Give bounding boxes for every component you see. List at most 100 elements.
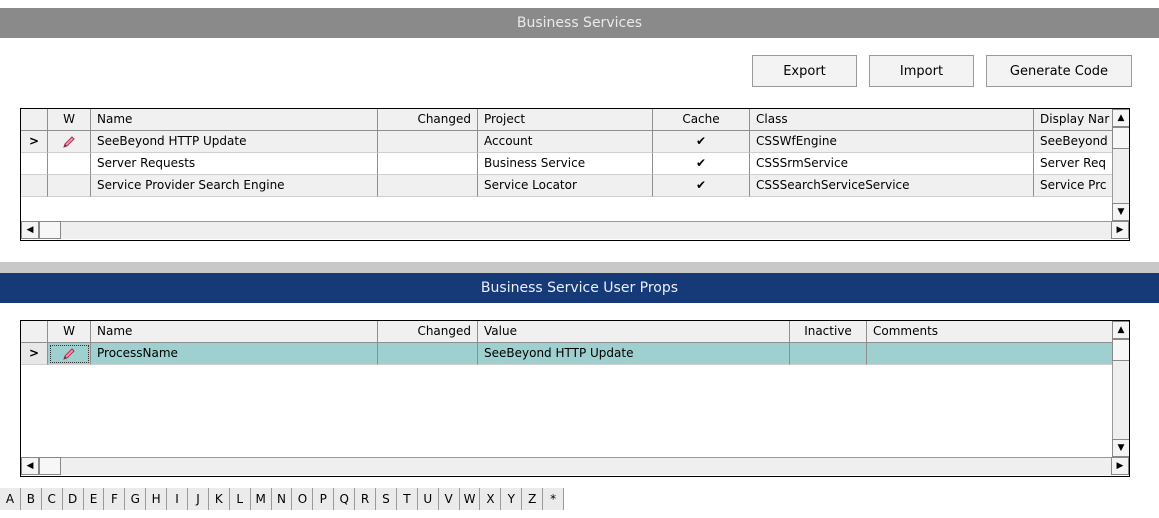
alpha-key[interactable]: I bbox=[167, 488, 189, 510]
col-value[interactable]: Value bbox=[478, 321, 790, 343]
alpha-key[interactable]: X bbox=[480, 488, 502, 510]
user-props-title: Business Service User Props bbox=[0, 273, 1159, 303]
alpha-key[interactable]: C bbox=[41, 488, 63, 510]
table-row[interactable]: Service Provider Search Engine Service L… bbox=[21, 175, 1129, 197]
col-inactive[interactable]: Inactive bbox=[790, 321, 867, 343]
alpha-key[interactable]: M bbox=[250, 488, 272, 510]
alpha-key[interactable]: B bbox=[20, 488, 42, 510]
scroll-left-icon[interactable]: ◀ bbox=[21, 221, 39, 239]
row-selector[interactable] bbox=[21, 153, 48, 175]
cell-class: CSSSrmService bbox=[750, 153, 1034, 175]
alpha-key[interactable]: L bbox=[229, 488, 251, 510]
cell-changed bbox=[378, 343, 478, 365]
cell-inactive bbox=[790, 343, 867, 365]
col-name[interactable]: Name bbox=[91, 321, 378, 343]
cell-name: SeeBeyond HTTP Update bbox=[91, 131, 378, 153]
col-name[interactable]: Name bbox=[91, 109, 378, 131]
user-props-grid: W Name Changed Value Inactive Comments >… bbox=[20, 320, 1130, 477]
scroll-right-icon[interactable]: ▶ bbox=[1111, 457, 1129, 475]
col-cache[interactable]: Cache bbox=[653, 109, 750, 131]
table-row[interactable]: > SeeBeyond HTTP Update Account ✔ CSSWfE… bbox=[21, 131, 1129, 153]
alpha-index-bar: A B C D E F G H I J K L M N O P Q R S T U V W X Y Z * bbox=[0, 488, 565, 510]
col-w[interactable]: W bbox=[48, 321, 91, 343]
pencil-icon[interactable] bbox=[48, 343, 91, 365]
alpha-key[interactable]: O bbox=[292, 488, 314, 510]
alpha-key[interactable]: V bbox=[438, 488, 460, 510]
pencil-icon bbox=[48, 131, 91, 153]
horizontal-scrollbar[interactable]: ◀ ▶ bbox=[21, 457, 1129, 475]
scroll-thumb[interactable] bbox=[39, 221, 61, 239]
cell-display-name: SeeBeyond bbox=[1034, 131, 1113, 153]
scroll-up-icon[interactable]: ▲ bbox=[1112, 109, 1129, 127]
col-class[interactable]: Class bbox=[750, 109, 1034, 131]
import-button[interactable]: Import bbox=[869, 55, 974, 87]
scroll-left-icon[interactable]: ◀ bbox=[21, 457, 39, 475]
horizontal-scrollbar[interactable]: ◀ ▶ bbox=[21, 221, 1129, 239]
vertical-scrollbar[interactable]: ▲ ▼ bbox=[1112, 109, 1129, 221]
cell-project: Account bbox=[478, 131, 653, 153]
alpha-key[interactable]: W bbox=[459, 488, 481, 510]
alpha-key[interactable]: Z bbox=[522, 488, 544, 510]
scroll-thumb[interactable] bbox=[1112, 339, 1129, 361]
business-services-grid: W Name Changed Project Cache Class Displ… bbox=[20, 108, 1130, 241]
scroll-down-icon[interactable]: ▼ bbox=[1112, 203, 1129, 221]
row-selector-header bbox=[21, 109, 48, 131]
cell-class: CSSWfEngine bbox=[750, 131, 1034, 153]
col-project[interactable]: Project bbox=[478, 109, 653, 131]
export-button[interactable]: Export bbox=[752, 55, 857, 87]
alpha-key[interactable]: J bbox=[188, 488, 209, 510]
cell-project: Service Locator bbox=[478, 175, 653, 197]
alpha-key[interactable]: D bbox=[62, 488, 84, 510]
scroll-thumb[interactable] bbox=[1112, 127, 1129, 149]
scroll-thumb[interactable] bbox=[39, 457, 61, 475]
alpha-key[interactable]: A bbox=[0, 488, 21, 510]
vertical-scrollbar[interactable]: ▲ ▼ bbox=[1112, 321, 1129, 457]
alpha-key[interactable]: G bbox=[125, 488, 147, 510]
alpha-key[interactable]: T bbox=[396, 488, 418, 510]
table-row[interactable]: > ProcessName SeeBeyond HTTP Update bbox=[21, 343, 1129, 365]
grid-header: W Name Changed Value Inactive Comments bbox=[21, 321, 1129, 343]
cell-w bbox=[48, 153, 91, 175]
cell-name: Server Requests bbox=[91, 153, 378, 175]
alpha-key[interactable]: U bbox=[417, 488, 439, 510]
generate-code-button[interactable]: Generate Code bbox=[986, 55, 1132, 87]
cell-cache: ✔ bbox=[653, 175, 750, 197]
alpha-key[interactable]: S bbox=[376, 488, 397, 510]
cell-project: Business Service bbox=[478, 153, 653, 175]
cell-comments bbox=[867, 343, 1129, 365]
cell-value: SeeBeyond HTTP Update bbox=[478, 343, 790, 365]
scroll-up-icon[interactable]: ▲ bbox=[1112, 321, 1129, 339]
cell-class: CSSSearchServiceService bbox=[750, 175, 1034, 197]
alpha-key[interactable]: P bbox=[313, 488, 335, 510]
alpha-key[interactable]: Q bbox=[334, 488, 356, 510]
cell-name: ProcessName bbox=[91, 343, 378, 365]
row-selected-indicator: > bbox=[21, 131, 48, 153]
cell-changed bbox=[378, 153, 478, 175]
cell-display-name: Server Req bbox=[1034, 153, 1113, 175]
business-services-title: Business Services bbox=[0, 8, 1159, 38]
col-display-name[interactable]: Display Nar bbox=[1034, 109, 1113, 131]
col-changed[interactable]: Changed bbox=[378, 321, 478, 343]
scroll-down-icon[interactable]: ▼ bbox=[1112, 439, 1129, 457]
alpha-key[interactable]: R bbox=[355, 488, 377, 510]
panel-separator bbox=[0, 262, 1159, 273]
alpha-key[interactable]: F bbox=[104, 488, 126, 510]
alpha-key[interactable]: N bbox=[271, 488, 293, 510]
col-w[interactable]: W bbox=[48, 109, 91, 131]
cell-display-name: Service Prc bbox=[1034, 175, 1113, 197]
alpha-key[interactable]: E bbox=[83, 488, 105, 510]
alpha-key[interactable]: H bbox=[146, 488, 168, 510]
row-selector-header bbox=[21, 321, 48, 343]
table-row[interactable]: Server Requests Business Service ✔ CSSSr… bbox=[21, 153, 1129, 175]
alpha-key[interactable]: K bbox=[208, 488, 230, 510]
alpha-key[interactable]: * bbox=[543, 488, 565, 510]
row-selector[interactable] bbox=[21, 175, 48, 197]
col-comments[interactable]: Comments bbox=[867, 321, 1129, 343]
alpha-key[interactable]: Y bbox=[501, 488, 523, 510]
cell-changed bbox=[378, 175, 478, 197]
grid-header: W Name Changed Project Cache Class Displ… bbox=[21, 109, 1129, 131]
col-changed[interactable]: Changed bbox=[378, 109, 478, 131]
row-selected-indicator: > bbox=[21, 343, 48, 365]
scroll-right-icon[interactable]: ▶ bbox=[1111, 221, 1129, 239]
top-spacer bbox=[0, 0, 1159, 8]
